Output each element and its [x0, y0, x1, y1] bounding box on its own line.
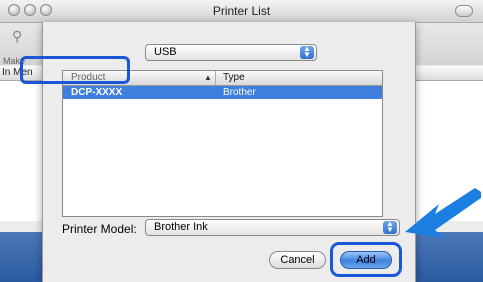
printer-model-popup[interactable]: Brother Ink ▲ ▼ — [145, 219, 400, 236]
connection-type-popup[interactable]: USB ▲ ▼ — [145, 44, 317, 61]
pointer-arrow-icon — [405, 188, 481, 238]
window-title: Printer List — [212, 4, 271, 18]
desktop-background — [0, 232, 42, 282]
column-header-type[interactable]: Type — [223, 72, 245, 83]
add-button-highlight — [330, 242, 402, 277]
popup-arrows-icon: ▲ ▼ — [300, 45, 314, 59]
column-divider — [215, 71, 216, 85]
printer-table: Product ▲ Type DCP-XXXX Brother — [62, 70, 383, 217]
connection-type-value: USB — [154, 46, 177, 58]
printer-model-label: Printer Model: — [62, 222, 137, 236]
type-cell: Brother — [223, 87, 256, 98]
toolbar-toggle-button[interactable] — [455, 5, 473, 17]
sort-ascending-icon: ▲ — [204, 73, 212, 82]
table-row[interactable]: DCP-XXXX Brother — [63, 86, 382, 99]
printer-model-value: Brother Ink — [154, 221, 208, 233]
title-bar[interactable]: Printer List — [0, 0, 483, 23]
make-default-icon[interactable]: ⚲ — [12, 28, 28, 48]
product-cell: DCP-XXXX — [71, 87, 123, 98]
product-highlight — [20, 56, 130, 84]
popup-arrows-icon: ▲ ▼ — [383, 220, 397, 234]
cancel-button[interactable]: Cancel — [269, 251, 326, 269]
